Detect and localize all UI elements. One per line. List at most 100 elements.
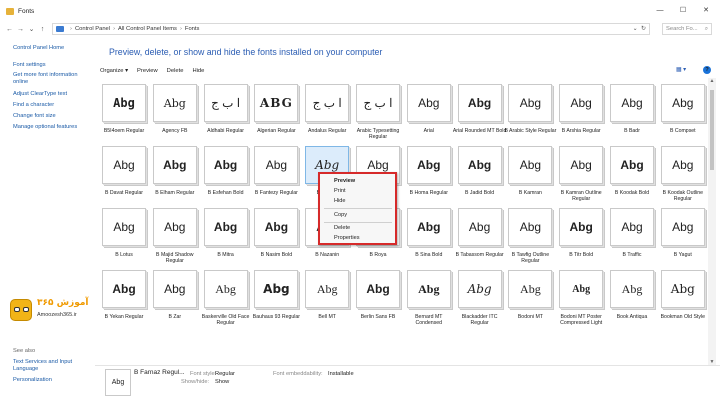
font-sample-icon: Abg bbox=[457, 146, 502, 184]
font-sample-icon: Abg bbox=[559, 270, 604, 308]
menu-item-delete[interactable]: Delete bbox=[334, 225, 350, 231]
font-sample-icon: Abg bbox=[610, 84, 654, 122]
font-name-label: B Badr bbox=[624, 128, 640, 134]
font-name-label: Bookman Old Style bbox=[660, 314, 705, 320]
sidebar-personalization[interactable]: Personalization bbox=[13, 377, 93, 384]
details-style-value: Regular bbox=[215, 371, 235, 377]
minimize-button[interactable]: — bbox=[650, 4, 670, 16]
details-font-preview: Abg bbox=[105, 369, 131, 396]
font-sample-icon: Abg bbox=[508, 146, 553, 184]
scroll-up-icon[interactable]: ▲ bbox=[708, 78, 716, 84]
font-name-label: B Koodak Bold bbox=[614, 190, 650, 196]
address-bar[interactable]: › Control Panel › All Control Panel Item… bbox=[52, 23, 650, 35]
vertical-scrollbar[interactable]: ▲ ▼ bbox=[708, 78, 716, 365]
sidebar-more-font-info[interactable]: Get more font information online bbox=[13, 72, 93, 86]
font-sample-icon: Abg bbox=[152, 146, 197, 184]
font-sample-icon: Abg bbox=[203, 208, 248, 246]
preview-button[interactable]: Preview bbox=[137, 68, 158, 74]
menu-item-preview[interactable]: Preview bbox=[334, 178, 355, 184]
sidebar-text-services[interactable]: Text Services and Input Language bbox=[13, 359, 93, 373]
font-sample-icon: Abg bbox=[254, 208, 299, 246]
back-arrow-icon[interactable]: ← bbox=[4, 26, 15, 33]
menu-item-copy[interactable]: Copy bbox=[334, 212, 347, 218]
font-sample-icon: ا ب ج bbox=[305, 84, 350, 122]
font-sample-icon: Abg bbox=[610, 270, 654, 308]
help-icon[interactable]: ? bbox=[703, 66, 711, 74]
font-name-label: B Yagut bbox=[673, 252, 692, 258]
font-sample-icon: Abg bbox=[457, 84, 502, 122]
maximize-button[interactable]: ☐ bbox=[673, 4, 693, 16]
recent-locations-icon[interactable]: ⌄ bbox=[26, 25, 37, 33]
font-name-label: Arial Rounded MT Bold bbox=[452, 128, 507, 134]
font-sample-icon: Abg bbox=[457, 208, 502, 246]
font-sample-icon: Abg bbox=[660, 270, 705, 308]
sidebar: Control Panel Home Font settings Get mor… bbox=[0, 37, 95, 400]
font-sample-icon: Abg bbox=[559, 146, 604, 184]
font-sample-icon: Abg bbox=[102, 84, 146, 122]
font-sample-icon: ا ب ج bbox=[356, 84, 400, 122]
title-bar: Fonts — ☐ ✕ bbox=[0, 0, 720, 22]
font-name-label: B Tawfig Outline Regular bbox=[511, 252, 550, 265]
font-name-label: Berlin Sans FB bbox=[360, 314, 396, 320]
font-name-label: B Nazanin bbox=[315, 252, 340, 258]
breadcrumb-control-panel[interactable]: Control Panel bbox=[75, 26, 110, 32]
font-name-label: B Koodak Outline Regular bbox=[662, 190, 703, 203]
menu-item-hide[interactable]: Hide bbox=[334, 198, 346, 204]
font-name-label: B Nasim Bold bbox=[260, 252, 293, 258]
hide-button[interactable]: Hide bbox=[192, 68, 204, 74]
window-title: Fonts bbox=[18, 7, 35, 15]
font-name-label: B Sina Bold bbox=[415, 252, 443, 258]
refresh-icon[interactable]: ↻ bbox=[641, 26, 646, 32]
close-button[interactable]: ✕ bbox=[696, 4, 716, 16]
sidebar-change-font-size[interactable]: Change font size bbox=[13, 113, 93, 120]
font-sample-icon: Abg bbox=[203, 146, 248, 184]
breadcrumb-all-items[interactable]: All Control Panel Items bbox=[118, 26, 177, 32]
watermark-logo: آموزش ۳۶۵ Amoozesh365.ir bbox=[10, 297, 95, 327]
delete-button[interactable]: Delete bbox=[167, 68, 184, 74]
address-dropdown-icon[interactable]: ⌄ bbox=[633, 26, 638, 32]
font-sample-icon: Abg bbox=[152, 270, 197, 308]
sidebar-manage-features[interactable]: Manage optional features bbox=[13, 124, 93, 131]
sidebar-find-character[interactable]: Find a character bbox=[13, 102, 93, 109]
sidebar-adjust-cleartype[interactable]: Adjust ClearType text bbox=[13, 91, 93, 98]
font-sample-icon: Abg bbox=[660, 84, 705, 122]
font-name-label: B Yekan Regular bbox=[104, 314, 144, 320]
font-sample-icon: Abg bbox=[610, 146, 654, 184]
font-name-label: B Titr Bold bbox=[569, 252, 594, 258]
context-menu: Preview Print Hide Copy Delete Propertie… bbox=[318, 172, 397, 245]
main-pane: Preview, delete, or show and hide the fo… bbox=[95, 37, 720, 400]
details-embed-value: Installable bbox=[328, 371, 354, 377]
font-sample-icon: Abg bbox=[152, 208, 197, 246]
font-name-label: B Compset bbox=[669, 128, 696, 134]
font-name-label: B Davat Regular bbox=[104, 190, 144, 196]
font-sample-icon: Abg bbox=[660, 208, 705, 246]
font-sample-icon: Abg bbox=[203, 270, 248, 308]
font-sample-icon: Abg bbox=[660, 146, 705, 184]
details-font-name: B Farnaz Regul... bbox=[134, 369, 185, 376]
scroll-thumb[interactable] bbox=[710, 90, 714, 170]
sidebar-control-panel-home[interactable]: Control Panel Home bbox=[13, 45, 93, 52]
font-name-label: B Kamran bbox=[518, 190, 542, 196]
font-name-label: B Arshia Regular bbox=[561, 128, 601, 134]
font-name-label: Bernard MT Condensed bbox=[415, 314, 443, 327]
font-name-label: B Kamran Outline Regular bbox=[560, 190, 602, 203]
font-sample-icon: Abg bbox=[508, 84, 553, 122]
sidebar-font-settings[interactable]: Font settings bbox=[13, 62, 93, 69]
menu-item-properties[interactable]: Properties bbox=[334, 235, 360, 241]
search-placeholder: Search Fo... bbox=[666, 26, 698, 32]
breadcrumb-fonts[interactable]: Fonts bbox=[185, 26, 200, 32]
font-sample-icon: Abg bbox=[406, 146, 451, 184]
font-sample-icon: Abg bbox=[102, 270, 146, 308]
up-arrow-icon[interactable]: ↑ bbox=[37, 26, 48, 33]
page-title: Preview, delete, or show and hide the fo… bbox=[109, 47, 383, 57]
menu-item-print[interactable]: Print bbox=[334, 188, 346, 194]
search-box[interactable]: Search Fo... ⌕ bbox=[662, 23, 712, 35]
organize-button[interactable]: Organize ▾ bbox=[100, 68, 128, 74]
view-options-icon[interactable]: ▦ ▾ bbox=[676, 67, 686, 73]
font-sample-icon: Abg bbox=[254, 270, 299, 308]
details-style-label: Font style: bbox=[190, 371, 217, 377]
search-icon: ⌕ bbox=[704, 26, 708, 32]
font-name-label: Baskerville Old Face Regular bbox=[201, 314, 250, 327]
forward-arrow-icon[interactable]: → bbox=[15, 26, 26, 33]
font-sample-icon: Abg bbox=[305, 270, 350, 308]
